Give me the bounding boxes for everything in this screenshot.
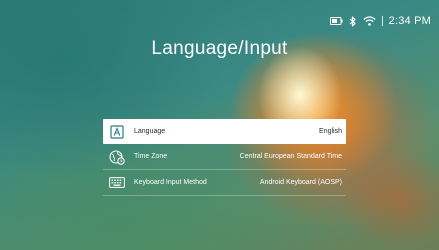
menu-item-label: Keyboard Input Method (134, 179, 207, 186)
time-zone-icon (106, 149, 128, 165)
menu-item-time-zone[interactable]: Time Zone Central European Standard Time (103, 144, 346, 170)
battery-icon (329, 17, 343, 25)
page-title: Language/Input (151, 38, 288, 59)
language-icon (106, 124, 128, 139)
menu-item-value: Central European Standard Time (239, 153, 342, 160)
wifi-icon (362, 16, 376, 26)
menu-item-value: English (319, 128, 342, 135)
settings-menu: Language English Time Zone Central Europ… (103, 119, 346, 196)
clock-time: 2:34 PM (388, 15, 431, 27)
keyboard-icon (106, 177, 128, 188)
menu-item-keyboard-input-method[interactable]: Keyboard Input Method Android Keyboard (… (103, 170, 346, 196)
menu-item-label: Language (134, 128, 166, 135)
menu-item-language[interactable]: Language English (103, 119, 346, 144)
status-separator (381, 16, 383, 26)
bluetooth-icon (349, 15, 357, 27)
menu-item-value: Android Keyboard (AOSP) (259, 179, 342, 186)
status-bar: 2:34 PM (329, 13, 431, 29)
menu-item-label: Time Zone (134, 153, 168, 160)
